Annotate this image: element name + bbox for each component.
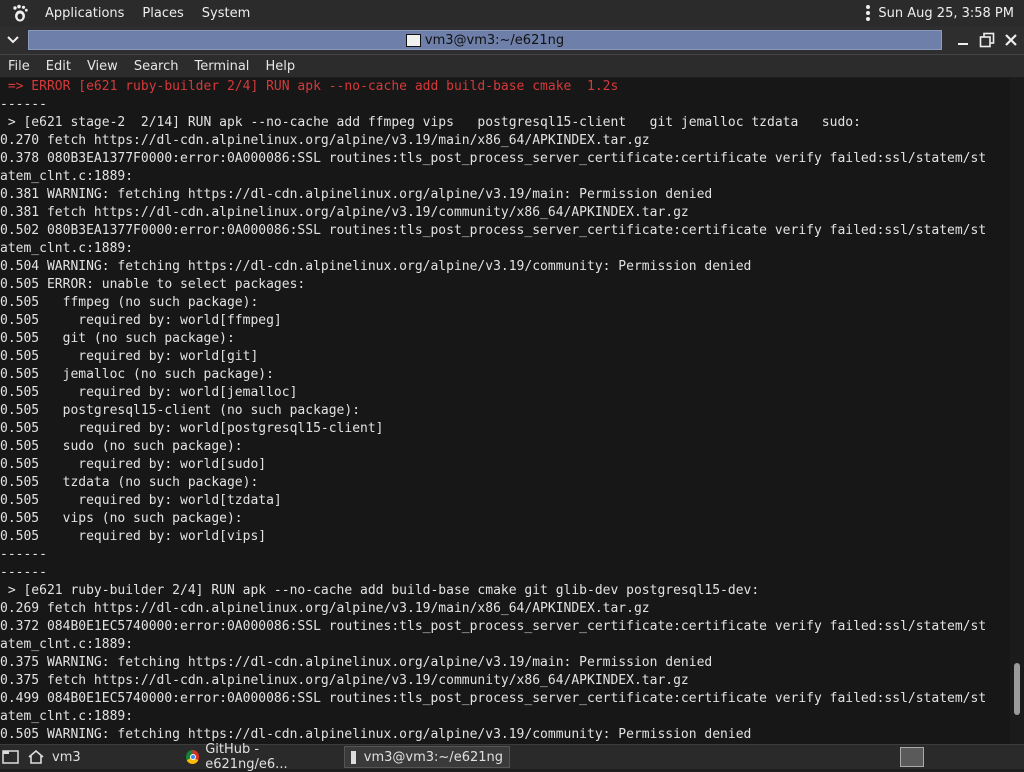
terminal-line: 0.505 sudo (no such package): [0, 439, 243, 454]
menubar: File Edit View Search Terminal Help [0, 55, 1024, 77]
terminal-line: 0.505 WARNING: fetching https://dl-cdn.a… [0, 727, 752, 742]
terminal-line: 0.502 080B3EA1377F0000:error:0A000086:SS… [0, 223, 987, 238]
terminal-line: 0.505 required by: world[ffmpeg] [0, 313, 282, 328]
workspace-label: vm3 [52, 749, 81, 765]
terminal-line: 0.505 required by: world[sudo] [0, 457, 267, 472]
terminal-line: 0.499 084B0E1EC5740000:error:0A000086:SS… [0, 691, 987, 706]
applications-menu[interactable]: Applications [36, 6, 133, 21]
terminal-line: 0.381 WARNING: fetching https://dl-cdn.a… [0, 187, 713, 202]
terminal-line: 0.378 080B3EA1377F0000:error:0A000086:SS… [0, 151, 987, 166]
menu-terminal[interactable]: Terminal [186, 59, 257, 74]
maximize-button[interactable] [976, 29, 998, 51]
chrome-icon [186, 750, 200, 764]
terminal-line: atem_clnt.c:1889: [0, 637, 134, 652]
terminal-scrollbar[interactable] [1010, 78, 1024, 744]
terminal-line: 0.270 fetch https://dl-cdn.alpinelinux.o… [0, 133, 650, 148]
terminal-line: 0.505 required by: world[vips] [0, 529, 267, 544]
menu-view[interactable]: View [79, 59, 126, 74]
terminal-line: 0.375 fetch https://dl-cdn.alpinelinux.o… [0, 673, 689, 688]
scrollbar-thumb[interactable] [1014, 663, 1020, 715]
terminal-line: 0.505 required by: world[git] [0, 349, 259, 364]
maximize-icon [979, 32, 995, 48]
task-terminal-label: vm3@vm3:~/e621ng [363, 749, 503, 765]
close-button[interactable] [1000, 29, 1022, 51]
menu-file[interactable]: File [0, 59, 38, 74]
minimize-button[interactable] [952, 29, 974, 51]
terminal-line: > [e621 stage-2 2/14] RUN apk --no-cache… [0, 115, 861, 130]
terminal-line: atem_clnt.c:1889: [0, 169, 134, 184]
workspace-switcher[interactable] [900, 747, 924, 767]
workspace-vm3[interactable]: vm3 [22, 746, 180, 768]
show-desktop-button[interactable] [0, 746, 22, 768]
terminal-line: 0.505 required by: world[jemalloc] [0, 385, 298, 400]
terminal-line: 0.505 tzdata (no such package): [0, 475, 259, 490]
terminal-line: atem_clnt.c:1889: [0, 241, 134, 256]
terminal-line: 0.505 required by: world[tzdata] [0, 493, 282, 508]
terminal-line: 0.505 ffmpeg (no such package): [0, 295, 259, 310]
menu-help[interactable]: Help [257, 59, 303, 74]
clock[interactable]: Sun Aug 25, 3:58 PM [878, 6, 1014, 21]
minimize-icon [958, 43, 968, 45]
terminal-line: ------ [0, 565, 47, 580]
window-title-bar[interactable]: vm3@vm3:~/e621ng [0, 26, 1024, 55]
terminal-output[interactable]: => ERROR [e621 ruby-builder 2/4] RUN apk… [0, 78, 1010, 744]
terminal-line: 0.505 ERROR: unable to select packages: [0, 277, 306, 292]
top-panel: Applications Places System Sun Aug 25, 3… [0, 0, 1024, 27]
gnome-foot-icon[interactable] [10, 3, 30, 23]
taskbar: vm3 GitHub - e621ng/e6... vm3@vm3:~/e621… [0, 742, 1024, 772]
terminal-line: 0.269 fetch https://dl-cdn.alpinelinux.o… [0, 601, 650, 616]
terminal-line: ------ [0, 97, 47, 112]
system-menu[interactable]: System [193, 6, 259, 21]
task-terminal[interactable]: vm3@vm3:~/e621ng [344, 746, 510, 768]
terminal-line: 0.505 git (no such package): [0, 331, 235, 346]
panel-overflow-icon[interactable] [866, 5, 871, 21]
close-icon [1005, 34, 1017, 46]
terminal-icon [405, 33, 421, 47]
terminal-line: => ERROR [e621 ruby-builder 2/4] RUN apk… [0, 79, 619, 94]
terminal-line: atem_clnt.c:1889: [0, 709, 134, 724]
terminal-line: 0.505 vips (no such package): [0, 511, 243, 526]
places-menu[interactable]: Places [133, 6, 192, 21]
window-menu-button[interactable] [2, 30, 24, 50]
window-title-area[interactable]: vm3@vm3:~/e621ng [28, 30, 942, 50]
menu-edit[interactable]: Edit [38, 59, 79, 74]
terminal-line: ------ [0, 547, 47, 562]
terminal-line: 0.505 jemalloc (no such package): [0, 367, 274, 382]
terminal-line: 0.375 WARNING: fetching https://dl-cdn.a… [0, 655, 713, 670]
terminal-line: 0.504 WARNING: fetching https://dl-cdn.a… [0, 259, 752, 274]
show-desktop-icon [2, 750, 19, 764]
terminal-line: 0.505 required by: world[postgresql15-cl… [0, 421, 384, 436]
window-title: vm3@vm3:~/e621ng [424, 32, 565, 48]
terminal-line: 0.381 fetch https://dl-cdn.alpinelinux.o… [0, 205, 689, 220]
task-github-browser[interactable]: GitHub - e621ng/e6... [180, 742, 344, 772]
terminal-line: 0.505 postgresql15-client (no such packa… [0, 403, 361, 418]
terminal-icon [351, 750, 356, 764]
home-icon [28, 750, 44, 764]
terminal-line: 0.372 084B0E1EC5740000:error:0A000086:SS… [0, 619, 987, 634]
terminal-line: > [e621 ruby-builder 2/4] RUN apk --no-c… [0, 583, 760, 598]
chevron-down-icon [7, 36, 19, 44]
menu-search[interactable]: Search [126, 59, 187, 74]
